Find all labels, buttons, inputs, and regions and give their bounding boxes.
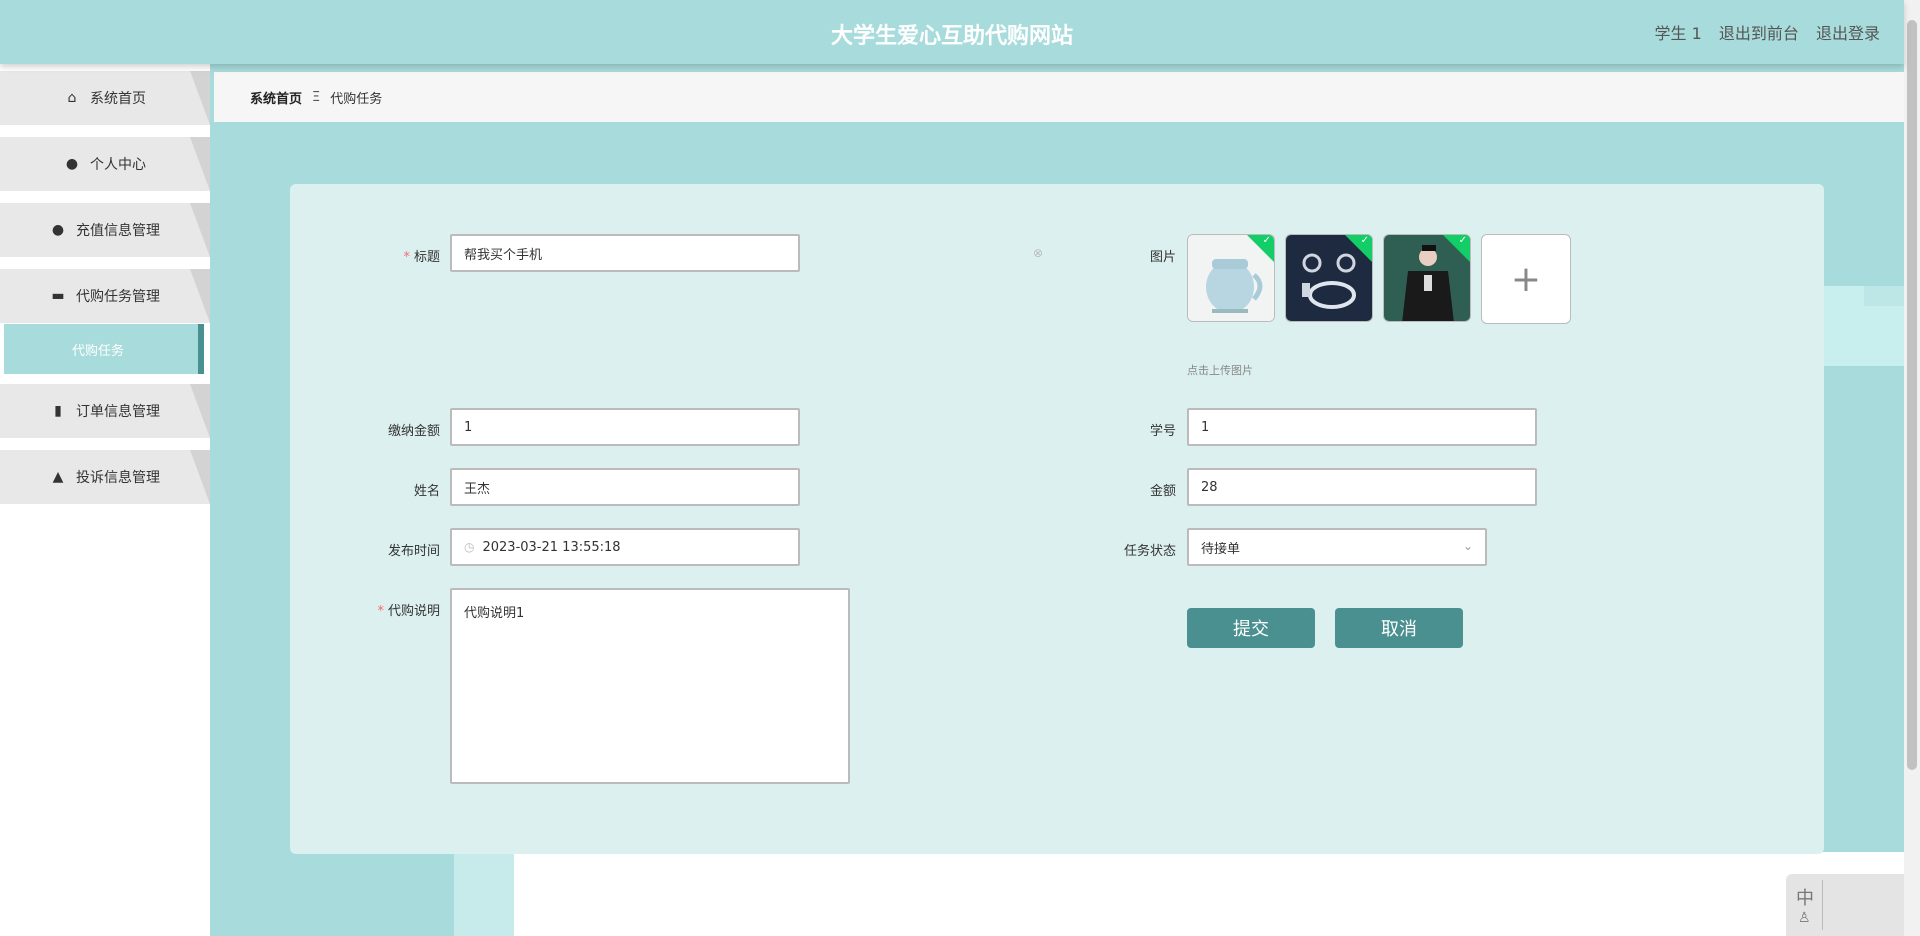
home-icon: ⌂ (67, 90, 77, 106)
clear-icon[interactable]: ⊗ (1033, 246, 1043, 260)
cancel-button[interactable]: 取消 (1335, 608, 1463, 648)
fold-decoration (190, 71, 210, 125)
logout-link[interactable]: 退出登录 (1816, 24, 1880, 43)
sidebar-item-label: 个人中心 (90, 157, 146, 173)
uploaded-image-jacket[interactable]: ✓ (1383, 234, 1471, 322)
vertical-scrollbar[interactable] (1904, 0, 1920, 936)
breadcrumb-separator: Ξ (312, 89, 321, 105)
balloon-icon: ● (51, 222, 65, 238)
description-label: * 代购说明 (377, 604, 440, 619)
shirt-icon: ♙ (1798, 910, 1811, 926)
ime-language[interactable]: 中 (1796, 884, 1814, 910)
upload-image-button[interactable]: + (1481, 234, 1571, 324)
bar-chart-icon: ▮ (54, 403, 62, 419)
sidebar-subitem-task[interactable]: 代购任务 (4, 324, 204, 374)
upload-hint: 点击上传图片 (1187, 364, 1253, 377)
sidebar-item-personal[interactable]: ● 个人中心 (0, 137, 210, 191)
sidebar: ⌂ 系统首页 ● 个人中心 ● 充值信息管理 ▬ 代购任务管理 代购任务 ▮ 订… (0, 64, 210, 936)
sidebar-item-label: 投诉信息管理 (76, 470, 160, 486)
check-icon: ✓ (1262, 235, 1271, 246)
name-input[interactable]: 王杰 (450, 468, 800, 506)
chevron-down-icon: ⌄ (1462, 539, 1473, 553)
uploaded-image-kettle[interactable]: ✓ (1187, 234, 1275, 322)
plus-icon: + (1510, 258, 1542, 300)
fold-decoration (190, 269, 210, 323)
ime-divider (1822, 880, 1823, 930)
person-icon: ● (65, 156, 79, 172)
sidebar-item-recharge[interactable]: ● 充值信息管理 (0, 203, 210, 257)
description-textarea[interactable]: 代购说明1 (450, 588, 850, 784)
task-status-select[interactable]: 待接单 ⌄ (1187, 528, 1487, 566)
breadcrumb-current: 代购任务 (330, 91, 383, 107)
title-input[interactable]: 帮我买个手机 (450, 234, 800, 272)
drawer-icon: ▬ (51, 288, 65, 304)
image-label: 图片 (1149, 250, 1176, 265)
current-user: 学生 1 (1654, 24, 1702, 43)
sidebar-item-label: 系统首页 (90, 91, 146, 107)
submit-button[interactable]: 提交 (1187, 608, 1315, 648)
fold-decoration (190, 203, 210, 257)
pay-amount-input[interactable]: 1 (450, 408, 800, 446)
amount-label: 金额 (1149, 484, 1176, 499)
uploaded-image-jewelry[interactable]: ✓ (1285, 234, 1373, 322)
background-block (454, 852, 514, 936)
task-status-label: 任务状态 (1123, 544, 1176, 559)
background-block (514, 852, 1904, 936)
fold-decoration (190, 137, 210, 191)
background-block (1864, 286, 1904, 306)
sidebar-item-orders[interactable]: ▮ 订单信息管理 (0, 384, 210, 438)
clock-icon: ◷ (464, 540, 475, 554)
title-label: * 标题 (403, 250, 440, 265)
student-no-label: 学号 (1149, 424, 1176, 439)
top-header: 大学生爱心互助代购网站 学生 1 退出到前台 退出登录 (0, 0, 1904, 64)
required-mark: * (377, 604, 384, 619)
check-icon: ✓ (1360, 235, 1369, 246)
user-icon: ▲ (52, 469, 64, 485)
form-panel: * 标题 帮我买个手机 ⊗ 缴纳金额 1 姓名 王杰 发布时间 ◷ 2023-03… (290, 184, 1824, 854)
sidebar-item-label: 订单信息管理 (76, 404, 160, 420)
name-label: 姓名 (413, 484, 440, 499)
student-no-input[interactable]: 1 (1187, 408, 1537, 446)
sidebar-item-tasks[interactable]: ▬ 代购任务管理 (0, 269, 210, 323)
sidebar-item-label: 充值信息管理 (76, 223, 160, 239)
sidebar-item-complaints[interactable]: ▲ 投诉信息管理 (0, 450, 210, 504)
publish-time-label: 发布时间 (387, 544, 440, 559)
breadcrumb-home[interactable]: 系统首页 (250, 88, 302, 107)
breadcrumb: 系统首页 Ξ 代购任务 (214, 72, 1904, 122)
user-area: 学生 1 退出到前台 退出登录 (1655, 20, 1881, 44)
fold-decoration (190, 450, 210, 504)
amount-input[interactable]: 28 (1187, 468, 1537, 506)
pay-amount-label: 缴纳金额 (387, 424, 440, 439)
scrollbar-thumb[interactable] (1907, 20, 1917, 770)
back-to-front-link[interactable]: 退出到前台 (1719, 24, 1799, 43)
required-mark: * (403, 250, 410, 265)
sidebar-item-home[interactable]: ⌂ 系统首页 (0, 71, 210, 125)
sidebar-item-label: 代购任务管理 (76, 289, 160, 305)
fold-decoration (190, 384, 210, 438)
ime-toolbar[interactable]: 中 ♙ (1786, 874, 1904, 936)
publish-time-input[interactable]: ◷ 2023-03-21 13:55:18 (450, 528, 800, 566)
check-icon: ✓ (1458, 235, 1467, 246)
site-title: 大学生爱心互助代购网站 (830, 24, 1073, 49)
